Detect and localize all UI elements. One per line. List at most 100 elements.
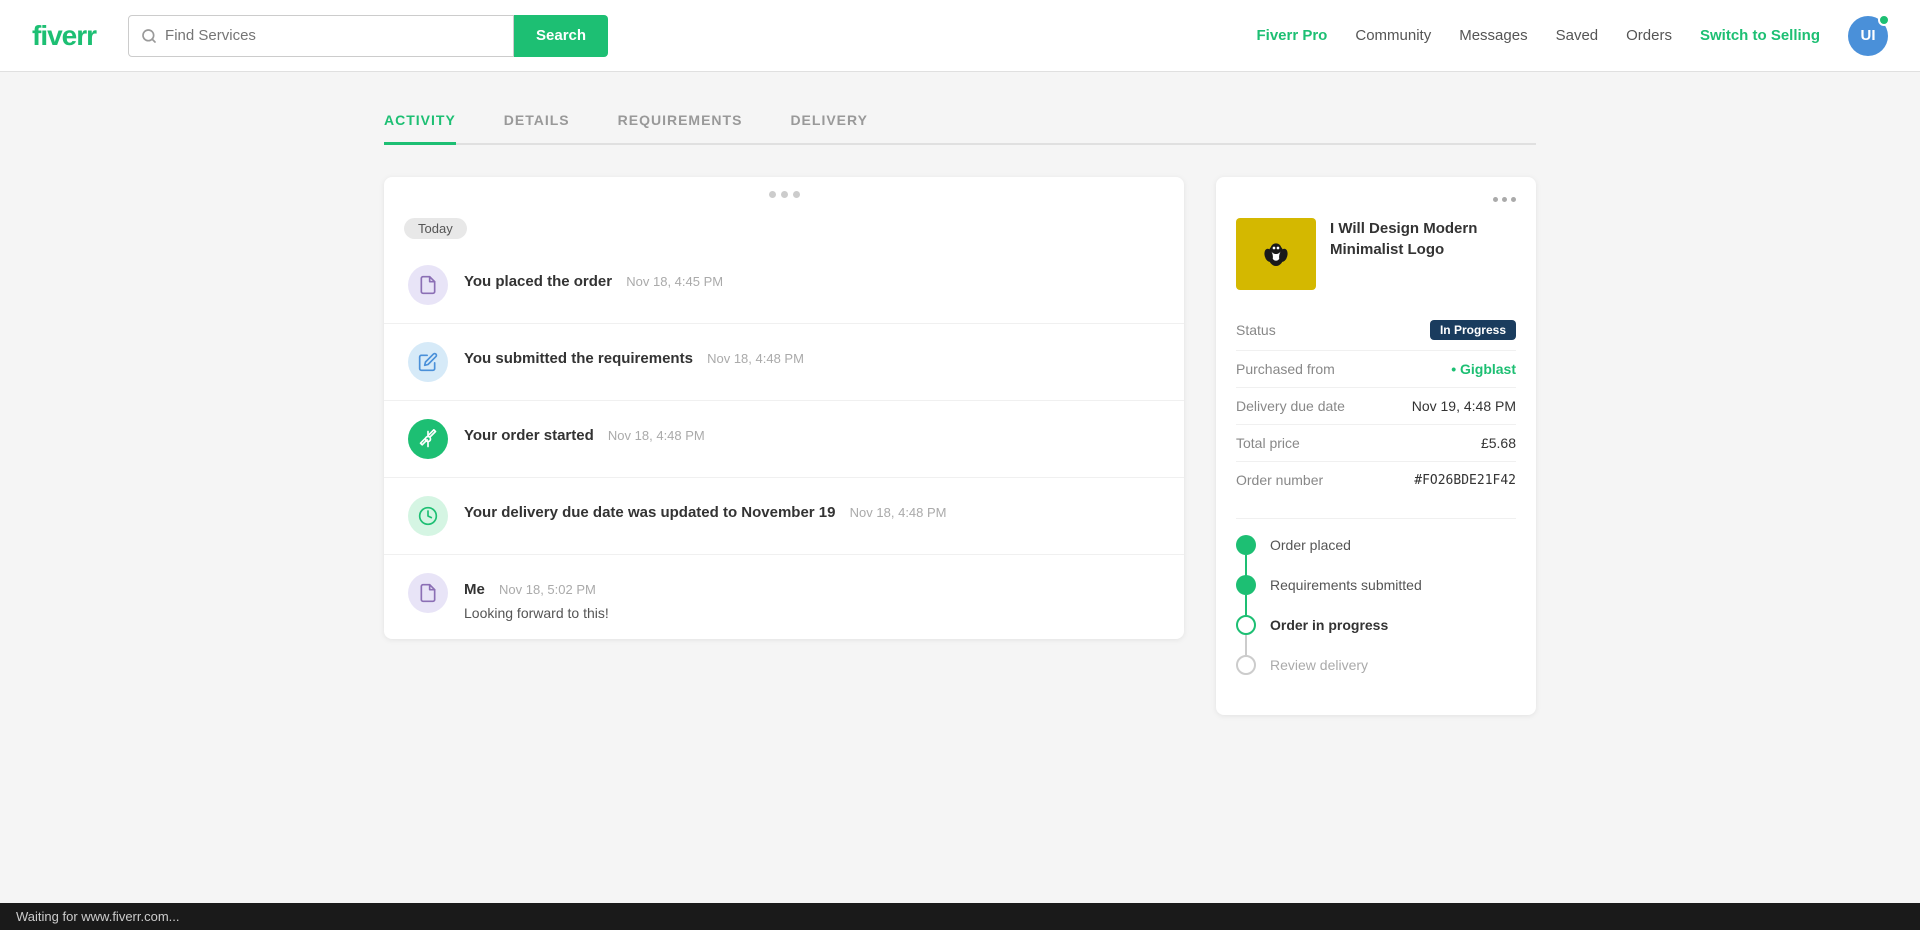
meta-row-price: Total price £5.68 [1236,425,1516,462]
order-meta: Status In Progress Purchased from Gigbla… [1236,310,1516,498]
activity-time: Nov 18, 4:45 PM [626,274,723,289]
seller-name[interactable]: Gigblast [1451,361,1516,377]
activity-item: You placed the order Nov 18, 4:45 PM [384,247,1184,324]
status-badge: In Progress [1430,320,1516,340]
timeline-item-in-progress: Order in progress [1236,615,1516,635]
activity-message: Looking forward to this! [464,605,1160,621]
tabs: ACTIVITY DETAILS REQUIREMENTS DELIVERY [384,112,1536,145]
order-number-value: #FO26BDE21F42 [1414,473,1516,488]
total-price-value: £5.68 [1481,435,1516,451]
meta-label-delivery: Delivery due date [1236,398,1345,414]
activity-text: You placed the order Nov 18, 4:45 PM [464,265,1160,291]
activity-time: Nov 18, 5:02 PM [499,582,596,597]
gig-logo-image [1256,234,1296,274]
activity-icon-me [408,573,448,613]
activity-time: Nov 18, 4:48 PM [707,351,804,366]
meta-label-order-number: Order number [1236,472,1323,488]
activity-item: Your delivery due date was updated to No… [384,478,1184,555]
progress-timeline: Order placed Requirements submitted Orde… [1236,518,1516,675]
status-bar: Waiting for www.fiverr.com... [0,903,1920,930]
activity-item: Me Nov 18, 5:02 PM Looking forward to th… [384,555,1184,639]
activity-title: Your order started Nov 18, 4:48 PM [464,427,705,444]
tab-details[interactable]: DETAILS [504,112,570,145]
status-bar-text: Waiting for www.fiverr.com... [16,909,180,924]
header: fiverr Search Fiverr Pro Community Messa… [0,0,1920,72]
timeline-item-placed: Order placed [1236,535,1516,555]
nav-community[interactable]: Community [1355,27,1431,44]
activity-text: Me Nov 18, 5:02 PM Looking forward to th… [464,573,1160,621]
meta-row-delivery: Delivery due date Nov 19, 4:48 PM [1236,388,1516,425]
gig-title: I Will Design Modern Minimalist Logo [1330,218,1516,260]
activity-title: You placed the order Nov 18, 4:45 PM [464,273,723,290]
search-input[interactable] [165,27,501,44]
tab-activity[interactable]: ACTIVITY [384,112,456,145]
order-panel: I Will Design Modern Minimalist Logo Sta… [1216,177,1536,715]
activity-title: You submitted the requirements Nov 18, 4… [464,350,804,367]
activity-text: Your order started Nov 18, 4:48 PM [464,419,1160,445]
timeline-label: Order placed [1270,537,1351,553]
timeline-label: Order in progress [1270,617,1388,633]
logo[interactable]: fiverr [32,20,96,52]
order-gig: I Will Design Modern Minimalist Logo [1236,218,1516,290]
timeline-label: Requirements submitted [1270,577,1422,593]
activity-icon-rocket [408,419,448,459]
today-badge: Today [404,218,467,239]
tab-delivery[interactable]: DELIVERY [790,112,868,145]
activity-item: You submitted the requirements Nov 18, 4… [384,324,1184,401]
pencil-icon [418,352,438,372]
timeline-connector [1245,635,1247,657]
avatar-initials: UI [1861,27,1876,44]
timeline-circle-placed [1236,535,1256,555]
content-row: Today You placed the order Nov 18, 4:45 … [384,177,1536,715]
activity-panel: Today You placed the order Nov 18, 4:45 … [384,177,1184,639]
avatar[interactable]: UI [1848,16,1888,56]
clock-icon [418,506,438,526]
activity-icon-document [408,265,448,305]
meta-row-order-number: Order number #FO26BDE21F42 [1236,462,1516,498]
dot-3 [793,191,800,198]
dot-1 [769,191,776,198]
activity-title: Your delivery due date was updated to No… [464,504,947,521]
rocket-icon [418,429,438,449]
panel-dot [1502,197,1507,202]
timeline-circle-in-progress [1236,615,1256,635]
meta-label-price: Total price [1236,435,1300,451]
document-icon [418,275,438,295]
timeline-connector [1245,555,1247,577]
nav-messages[interactable]: Messages [1459,27,1527,44]
nav-switch-to-selling[interactable]: Switch to Selling [1700,27,1820,44]
tab-requirements[interactable]: REQUIREMENTS [618,112,743,145]
timeline-circle-requirements [1236,575,1256,595]
search-input-wrap [128,15,514,57]
activity-title: Me Nov 18, 5:02 PM [464,581,596,598]
gig-thumb-inner [1236,218,1316,290]
dots-row [384,177,1184,206]
timeline-circle-review [1236,655,1256,675]
activity-text: You submitted the requirements Nov 18, 4… [464,342,1160,368]
activity-item: Your order started Nov 18, 4:48 PM [384,401,1184,478]
order-panel-dots [1236,197,1516,202]
nav-fiverr-pro[interactable]: Fiverr Pro [1256,27,1327,44]
activity-text: Your delivery due date was updated to No… [464,496,1160,522]
nav: Fiverr Pro Community Messages Saved Orde… [1256,16,1888,56]
dot-2 [781,191,788,198]
activity-icon-pencil [408,342,448,382]
nav-orders[interactable]: Orders [1626,27,1672,44]
delivery-due-value: Nov 19, 4:48 PM [1412,398,1516,414]
panel-dot [1511,197,1516,202]
activity-time: Nov 18, 4:48 PM [850,505,947,520]
activity-time: Nov 18, 4:48 PM [608,428,705,443]
meta-row-purchased: Purchased from Gigblast [1236,351,1516,388]
panel-dot [1493,197,1498,202]
timeline-connector [1245,595,1247,617]
search-bar: Search [128,15,608,57]
meta-label-status: Status [1236,322,1276,338]
meta-row-status: Status In Progress [1236,310,1516,351]
nav-saved[interactable]: Saved [1556,27,1599,44]
timeline-item-review: Review delivery [1236,655,1516,675]
search-button[interactable]: Search [514,15,608,57]
page-wrap: ACTIVITY DETAILS REQUIREMENTS DELIVERY T… [360,72,1560,755]
document-icon-2 [418,583,438,603]
timeline-label: Review delivery [1270,657,1368,673]
timeline-item-requirements: Requirements submitted [1236,575,1516,595]
